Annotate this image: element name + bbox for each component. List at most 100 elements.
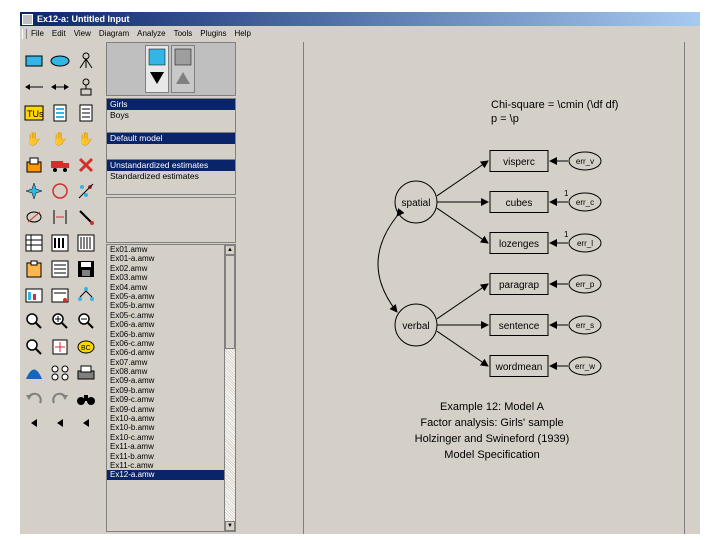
touch-up-icon[interactable]: [75, 206, 97, 228]
file-item[interactable]: Ex06-a.amw: [107, 320, 235, 329]
file-item[interactable]: Ex05-c.amw: [107, 311, 235, 320]
zoom-page-icon[interactable]: [23, 336, 45, 358]
covariance-path[interactable]: [377, 208, 405, 313]
list-variables-icon[interactable]: [49, 102, 71, 124]
copy-icon[interactable]: [23, 154, 45, 176]
draw-indicator-icon[interactable]: [75, 50, 97, 72]
diagram-canvas[interactable]: Chi-square = \cmin (\df df) p = \p spati…: [303, 42, 685, 534]
menu-help[interactable]: Help: [235, 29, 251, 38]
menu-view[interactable]: View: [74, 29, 91, 38]
preserve-symmetries-icon[interactable]: [75, 284, 97, 306]
erase-icon[interactable]: [75, 154, 97, 176]
print-icon[interactable]: [75, 362, 97, 384]
bayesian-icon[interactable]: [23, 362, 45, 384]
file-item[interactable]: Ex11-c.amw: [107, 461, 235, 470]
file-item[interactable]: Ex07.amw: [107, 358, 235, 367]
error-label: err_s: [576, 321, 594, 330]
text-output-icon[interactable]: [49, 258, 71, 280]
specification-search-icon[interactable]: [75, 388, 97, 410]
file-item[interactable]: Ex05-b.amw: [107, 301, 235, 310]
file-item[interactable]: Ex09-a.amw: [107, 376, 235, 385]
zoom-in-icon[interactable]: [49, 310, 71, 332]
draw-observed-icon[interactable]: [23, 50, 45, 72]
file-item[interactable]: Ex02.amw: [107, 264, 235, 273]
file-item[interactable]: Ex09-b.amw: [107, 386, 235, 395]
file-item[interactable]: Ex05-a.amw: [107, 292, 235, 301]
group-item-girls[interactable]: Girls: [107, 99, 235, 110]
left-arrow-icon-3[interactable]: [75, 412, 97, 434]
file-item[interactable]: Ex10-c.amw: [107, 433, 235, 442]
analysis-properties-icon[interactable]: [49, 232, 71, 254]
loading-path[interactable]: [436, 207, 489, 244]
scroll-thumb[interactable]: [225, 255, 235, 349]
redo-icon[interactable]: [49, 388, 71, 410]
view-output-button[interactable]: [171, 45, 195, 93]
scroll-down-icon[interactable]: ▼: [225, 521, 235, 531]
loading-path[interactable]: [436, 283, 489, 320]
file-item[interactable]: Ex01.amw: [107, 245, 235, 254]
file-item[interactable]: Ex06-c.amw: [107, 339, 235, 348]
menu-tools[interactable]: Tools: [174, 29, 193, 38]
list-dataset-icon[interactable]: [75, 102, 97, 124]
model-item-default[interactable]: Default model: [107, 133, 235, 144]
left-arrow-icon-1[interactable]: [23, 412, 45, 434]
file-item[interactable]: Ex12-a.amw: [107, 470, 235, 480]
multiple-group-icon[interactable]: [49, 362, 71, 384]
estimate-item-unstandardized[interactable]: Unstandardized estimates: [107, 160, 235, 171]
file-item[interactable]: Ex09-c.amw: [107, 395, 235, 404]
title-bar[interactable]: Ex12-a: Untitled Input: [20, 12, 700, 26]
menu-diagram[interactable]: Diagram: [99, 29, 129, 38]
data-files-icon[interactable]: [23, 232, 45, 254]
rotate-icon[interactable]: [49, 180, 71, 202]
scroll-up-icon[interactable]: ▲: [225, 245, 235, 255]
estimate-item-standardized[interactable]: Standardized estimates: [107, 171, 235, 182]
error-label: err_l: [577, 239, 593, 248]
file-item[interactable]: Ex01-a.amw: [107, 254, 235, 263]
fit-to-page-icon[interactable]: [49, 336, 71, 358]
group-item-boys[interactable]: Boys: [107, 110, 235, 121]
drag-properties-icon[interactable]: [49, 284, 71, 306]
zoom-out-icon[interactable]: [75, 310, 97, 332]
move-parameter-icon[interactable]: [23, 206, 45, 228]
calculate-estimates-icon[interactable]: [75, 232, 97, 254]
select-one-hand-icon[interactable]: ✋: [23, 128, 45, 150]
draw-covariance-icon[interactable]: [49, 76, 71, 98]
file-item[interactable]: Ex09-d.amw: [107, 405, 235, 414]
loupe-icon[interactable]: BC: [75, 336, 97, 358]
file-item[interactable]: Ex11-b.amw: [107, 452, 235, 461]
loading-path[interactable]: [436, 330, 489, 367]
view-input-button[interactable]: [145, 45, 169, 93]
save-icon[interactable]: [75, 258, 97, 280]
computation-summary-panel: [106, 197, 236, 243]
title-tool-icon[interactable]: TUs: [23, 102, 45, 124]
unique-variable-icon[interactable]: [75, 76, 97, 98]
menu-plugins[interactable]: Plugins: [200, 29, 226, 38]
left-arrow-icon-2[interactable]: [49, 412, 71, 434]
files-scrollbar[interactable]: ▲ ▼: [224, 245, 235, 531]
file-item[interactable]: Ex03.amw: [107, 273, 235, 282]
file-item[interactable]: Ex06-b.amw: [107, 330, 235, 339]
file-item[interactable]: Ex04.amw: [107, 283, 235, 292]
loading-path[interactable]: [436, 160, 489, 197]
latent-verbal-label: verbal: [402, 321, 429, 332]
object-properties-icon[interactable]: [23, 284, 45, 306]
file-item[interactable]: Ex10-a.amw: [107, 414, 235, 423]
menu-analyze[interactable]: Analyze: [137, 29, 165, 38]
file-item[interactable]: Ex10-b.amw: [107, 423, 235, 432]
menu-edit[interactable]: Edit: [52, 29, 66, 38]
reflect-icon[interactable]: [75, 180, 97, 202]
shape-change-icon[interactable]: [23, 180, 45, 202]
menu-file[interactable]: File: [31, 29, 44, 38]
zoom-select-icon[interactable]: [23, 310, 45, 332]
draw-path-icon[interactable]: [23, 76, 45, 98]
draw-unobserved-icon[interactable]: [49, 50, 71, 72]
file-item[interactable]: Ex06-d.amw: [107, 348, 235, 357]
file-item[interactable]: Ex08.amw: [107, 367, 235, 376]
scroll-icon[interactable]: [49, 206, 71, 228]
clipboard-icon[interactable]: [23, 258, 45, 280]
undo-icon[interactable]: [23, 388, 45, 410]
select-all-hand-icon[interactable]: ✋: [49, 128, 71, 150]
file-item[interactable]: Ex11-a.amw: [107, 442, 235, 451]
deselect-hand-icon[interactable]: ✋: [75, 128, 97, 150]
move-truck-icon[interactable]: [49, 154, 71, 176]
